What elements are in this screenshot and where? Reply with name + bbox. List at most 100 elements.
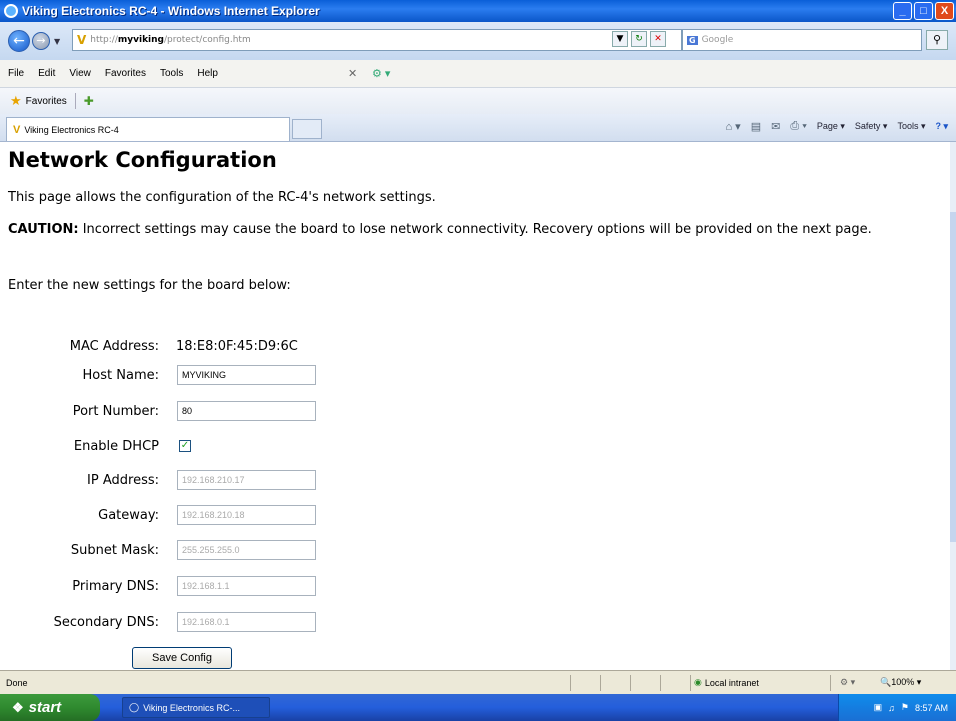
tray-network-icon[interactable]: ▣ — [874, 702, 883, 713]
windows-flag-icon: ❖ — [12, 699, 24, 715]
task-item-label: Viking Electronics RC-... — [143, 702, 240, 713]
secondary-dns-input[interactable] — [177, 612, 316, 632]
page-title: Network Configuration — [8, 148, 277, 172]
refresh-icon[interactable]: ↻ — [631, 31, 647, 47]
url-path: /protect/config.htm — [164, 35, 251, 45]
search-button[interactable]: ⚲ — [926, 30, 948, 50]
dns2-label: Secondary DNS: — [53, 614, 159, 630]
start-button[interactable]: ❖ start — [0, 694, 100, 721]
search-provider-icon: G — [687, 35, 698, 45]
primary-dns-input[interactable] — [177, 576, 316, 596]
status-separator — [830, 675, 831, 691]
ip-label: IP Address: — [87, 472, 159, 488]
tab-viking[interactable]: V Viking Electronics RC-4 — [6, 117, 290, 141]
tray-volume-icon[interactable]: ♫ — [888, 703, 895, 713]
intranet-icon: ◉ — [694, 677, 702, 687]
scrollbar-thumb[interactable] — [950, 212, 956, 542]
ip-address-input[interactable] — [177, 470, 316, 490]
tools-menu[interactable]: Tools ▾ — [897, 121, 925, 132]
host-label: Host Name: — [82, 367, 159, 383]
favorites-star-icon: ★ — [10, 93, 22, 108]
favorites-bar: ★ Favorites ✚ — [0, 88, 956, 114]
site-favicon-icon: V — [77, 33, 87, 47]
print-icon[interactable]: ⎙ ▾ — [790, 120, 806, 133]
subnet-mask-input[interactable] — [177, 540, 316, 560]
taskbar-item-ie[interactable]: ◯ Viking Electronics RC-... — [122, 697, 270, 718]
safety-menu[interactable]: Safety ▾ — [855, 121, 888, 132]
start-label: start — [28, 699, 62, 716]
minimize-button[interactable]: _ — [893, 2, 912, 20]
home-icon[interactable]: ⌂ ▾ — [725, 120, 740, 133]
gateway-label: Gateway: — [98, 507, 159, 523]
menu-tools[interactable]: Tools — [160, 68, 183, 79]
security-zone[interactable]: ◉ Local intranet — [694, 677, 759, 688]
url-prefix: http:// — [90, 35, 118, 45]
menu-file[interactable]: File — [8, 68, 24, 79]
taskbar: ❖ start ◯ Viking Electronics RC-... ▣ ♫ … — [0, 694, 956, 721]
search-input[interactable]: G Google — [682, 29, 922, 51]
menu-view[interactable]: View — [69, 68, 91, 79]
enable-dhcp-checkbox[interactable]: ✓ — [179, 440, 191, 452]
page-content: Network Configuration This page allows t… — [0, 142, 950, 670]
back-button[interactable]: ← — [8, 30, 30, 52]
subnet-label: Subnet Mask: — [70, 542, 159, 558]
menu-help[interactable]: Help — [197, 68, 218, 79]
command-bar: ⌂ ▾ ▤ ✉ ⎙ ▾ Page ▾ Safety ▾ Tools ▾ ? ▾ — [725, 120, 948, 133]
port-label: Port Number: — [72, 403, 159, 419]
gateway-input[interactable] — [177, 505, 316, 525]
close-button[interactable]: X — [935, 2, 954, 20]
address-buttons: ▼ ↻ ✕ — [612, 31, 666, 47]
menu-bar: File Edit View Favorites Tools Help ✕ ⚙ … — [0, 60, 956, 88]
zoom-level[interactable]: 🔍100% ▾ — [880, 677, 921, 688]
help-icon[interactable]: ? ▾ — [935, 121, 948, 132]
tab-label: Viking Electronics RC-4 — [24, 124, 119, 135]
new-tab-button[interactable] — [292, 119, 322, 139]
zone-label: Local intranet — [704, 677, 759, 688]
port-number-input[interactable] — [177, 401, 316, 421]
close-toolbar-icon[interactable]: ✕ — [348, 67, 357, 80]
favorites-button[interactable]: Favorites — [26, 96, 67, 107]
save-config-button[interactable]: Save Config — [132, 647, 232, 669]
window-title-bar[interactable]: Viking Electronics RC-4 - Windows Intern… — [0, 0, 956, 22]
search-placeholder: Google — [701, 35, 734, 45]
tray-security-icon[interactable]: ⚑ — [901, 702, 909, 713]
window-title: Viking Electronics RC-4 - Windows Intern… — [22, 4, 320, 18]
maximize-button[interactable]: □ — [914, 2, 933, 20]
caution-label: CAUTION: — [8, 222, 79, 237]
caution-text: CAUTION: Incorrect settings may cause th… — [8, 222, 938, 238]
forward-button[interactable]: → — [32, 32, 50, 50]
status-separator — [690, 675, 691, 691]
feeds-icon[interactable]: ▤ — [751, 120, 761, 133]
page-menu[interactable]: Page ▾ — [817, 121, 845, 132]
status-separator — [660, 675, 661, 691]
intro-text: This page allows the configuration of th… — [8, 190, 436, 205]
address-input[interactable]: V http:// myviking /protect/config.htm — [72, 29, 682, 51]
dns1-label: Primary DNS: — [72, 578, 159, 594]
caution-body: Incorrect settings may cause the board t… — [78, 222, 872, 237]
ie-logo-icon — [4, 4, 18, 18]
recent-pages-dropdown-icon[interactable]: ▼ — [54, 37, 60, 46]
status-separator — [630, 675, 631, 691]
dhcp-label: Enable DHCP — [73, 438, 159, 454]
address-toolbar: ← → ▼ V http:// myviking /protect/config… — [0, 22, 956, 60]
protected-mode-icon[interactable]: ⚙ ▾ — [840, 677, 855, 688]
status-text: Done — [6, 677, 28, 688]
clock[interactable]: 8:57 AM — [915, 703, 948, 713]
status-separator — [600, 675, 601, 691]
ie-task-icon: ◯ — [129, 702, 140, 712]
mac-value: 18:E8:0F:45:D9:6C — [176, 338, 298, 354]
system-tray: ▣ ♫ ⚑ 8:57 AM — [838, 694, 956, 721]
addon-icon[interactable]: ⚙ ▾ — [372, 67, 390, 80]
mac-label: MAC Address: — [69, 338, 159, 354]
prompt-text: Enter the new settings for the board bel… — [8, 278, 291, 293]
host-name-input[interactable] — [177, 365, 316, 385]
status-separator — [570, 675, 571, 691]
menu-favorites[interactable]: Favorites — [105, 68, 146, 79]
menu-edit[interactable]: Edit — [38, 68, 55, 79]
address-dropdown-icon[interactable]: ▼ — [612, 31, 628, 47]
add-favorite-icon[interactable]: ✚ — [84, 94, 94, 108]
stop-icon[interactable]: ✕ — [650, 31, 666, 47]
favorites-separator — [74, 93, 76, 109]
tab-favicon-icon: V — [13, 123, 21, 136]
mail-icon[interactable]: ✉ — [771, 120, 780, 133]
